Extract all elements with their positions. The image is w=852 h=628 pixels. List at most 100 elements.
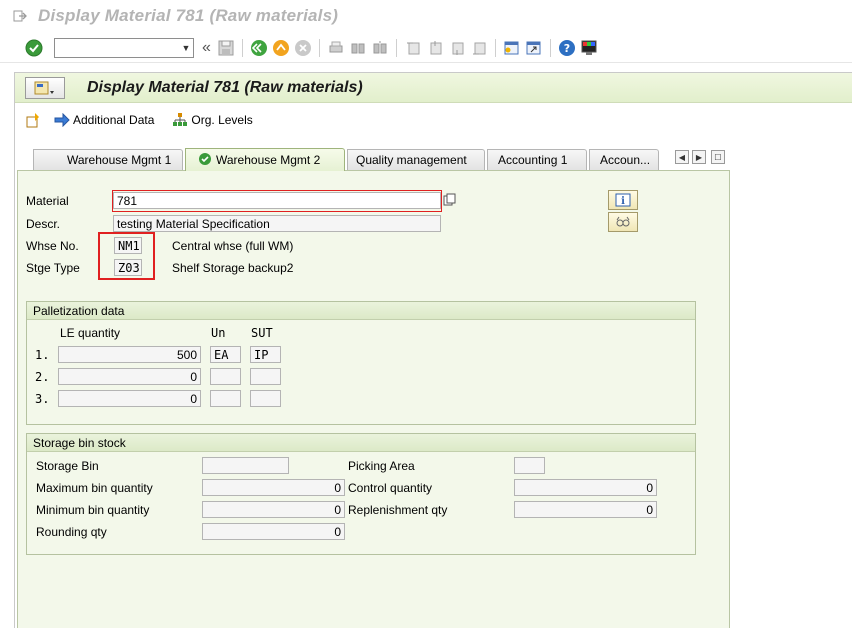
collapse-icon[interactable]: «	[202, 39, 211, 57]
app-header: Display Material 781 (Raw materials)	[15, 73, 852, 103]
row-number: 2.	[35, 370, 50, 384]
sut-field	[250, 368, 281, 385]
find-icon[interactable]	[348, 38, 368, 58]
info-icon: i	[615, 193, 631, 207]
enter-icon[interactable]	[24, 38, 44, 58]
copy-icon[interactable]	[443, 193, 457, 210]
additional-data-label: Additional Data	[73, 113, 155, 127]
window-title: Display Material 781 (Raw materials)	[38, 6, 339, 25]
create-icon	[26, 113, 39, 128]
material-highlight	[112, 190, 442, 212]
cancel-icon[interactable]	[293, 38, 313, 58]
sut-header: SUT	[251, 326, 273, 340]
org-levels-label: Org. Levels	[191, 113, 253, 127]
exit-icon[interactable]	[271, 38, 291, 58]
descr-value: testing Material Specification	[117, 216, 270, 231]
whse-stge-highlight	[98, 232, 155, 280]
glasses-icon	[616, 216, 630, 227]
min-bin-value: 0	[334, 502, 341, 517]
storage-bin-field	[202, 457, 289, 474]
tab-strip: Warehouse Mgmt 1 Warehouse Mgmt 2 Qualit…	[15, 148, 852, 171]
tab-label: Quality management	[356, 153, 467, 167]
unit-header: Un	[211, 326, 226, 340]
unit-field	[210, 368, 241, 385]
next-page-icon[interactable]	[447, 38, 467, 58]
palletization-title: Palletization data	[27, 302, 695, 320]
title-bar: Display Material 781 (Raw materials)	[0, 0, 852, 32]
exit-arrow-icon[interactable]	[12, 8, 28, 24]
page-title: Display Material 781 (Raw materials)	[87, 78, 363, 96]
additional-data-button[interactable]: Additional Data	[54, 113, 154, 127]
link-button[interactable]	[608, 212, 638, 232]
tab-label: Warehouse Mgmt 2	[216, 153, 321, 167]
save-icon[interactable]	[216, 38, 236, 58]
help-icon[interactable]: ?	[557, 38, 577, 58]
le-quantity-value: 0	[190, 391, 197, 406]
first-page-icon[interactable]	[403, 38, 423, 58]
replenishment-label: Replenishment qty	[348, 503, 448, 517]
chevron-down-icon[interactable]: ▼	[179, 39, 193, 57]
command-field[interactable]: ▼	[54, 37, 194, 58]
picking-area-label: Picking Area	[348, 459, 415, 473]
toolbar-separator	[395, 38, 397, 57]
prev-page-icon[interactable]	[425, 38, 445, 58]
tab-content-panel: Material 781 Descr. testing Material Spe…	[17, 170, 730, 628]
standard-toolbar: ▼ « ?	[0, 33, 852, 63]
arrow-right-icon	[54, 113, 70, 127]
min-bin-field: 0	[202, 501, 345, 518]
row-number: 1.	[35, 348, 50, 362]
check-icon	[198, 152, 212, 169]
tab-accounting-2[interactable]: Accoun...	[589, 149, 659, 170]
tab-quality-management[interactable]: Quality management	[347, 149, 485, 170]
toolbar-separator	[241, 38, 243, 57]
tab-prev-icon[interactable]: ◀	[675, 150, 689, 164]
storage-bin-label: Storage Bin	[36, 459, 99, 473]
rounding-value: 0	[334, 524, 341, 539]
tab-label: Warehouse Mgmt 1	[67, 153, 172, 167]
find-next-icon[interactable]	[370, 38, 390, 58]
max-bin-label: Maximum bin quantity	[36, 481, 153, 495]
control-qty-value: 0	[646, 480, 653, 495]
toolbar-separator	[494, 38, 496, 57]
stge-description: Shelf Storage backup2	[172, 261, 294, 275]
tab-list-icon[interactable]: ☐	[711, 150, 725, 164]
rounding-field: 0	[202, 523, 345, 540]
menu-button[interactable]	[25, 76, 65, 99]
new-session-icon[interactable]	[502, 38, 522, 58]
tab-next-icon[interactable]: ▶	[692, 150, 706, 164]
min-bin-label: Minimum bin quantity	[36, 503, 150, 517]
tab-warehouse-mgmt-2[interactable]: Warehouse Mgmt 2	[185, 148, 345, 171]
tab-label: Accoun...	[600, 153, 651, 167]
unit-field	[210, 390, 241, 407]
tab-warehouse-mgmt-1[interactable]: Warehouse Mgmt 1	[33, 149, 183, 170]
org-change-button[interactable]	[25, 112, 44, 128]
layout-icon[interactable]	[579, 38, 599, 58]
last-page-icon[interactable]	[469, 38, 489, 58]
le-quantity-field: 0	[58, 368, 201, 385]
menu-icon	[34, 81, 54, 94]
application-toolbar: Additional Data Org. Levels	[15, 103, 852, 137]
hierarchy-icon	[173, 113, 188, 126]
descr-label: Descr.	[26, 217, 61, 231]
storage-bin-title: Storage bin stock	[27, 434, 695, 452]
rounding-label: Rounding qty	[36, 525, 107, 539]
org-levels-button[interactable]: Org. Levels	[172, 112, 253, 128]
back-icon[interactable]	[249, 38, 269, 58]
print-icon[interactable]	[326, 38, 346, 58]
sut-field	[250, 390, 281, 407]
le-quantity-value: 0	[190, 369, 197, 384]
shortcut-icon[interactable]	[524, 38, 544, 58]
replenishment-value: 0	[646, 502, 653, 517]
sut-field: IP	[250, 346, 281, 363]
max-bin-field: 0	[202, 479, 345, 496]
svg-text:?: ?	[564, 42, 570, 55]
whse-label: Whse No.	[26, 239, 79, 253]
le-quantity-header: LE quantity	[60, 326, 121, 340]
info-button[interactable]: i	[608, 190, 638, 210]
control-qty-label: Control quantity	[348, 481, 433, 495]
unit-field: EA	[210, 346, 241, 363]
material-label: Material	[26, 194, 69, 208]
tab-label: Accounting 1	[498, 153, 568, 167]
row-number: 3.	[35, 392, 50, 406]
tab-accounting-1[interactable]: Accounting 1	[487, 149, 587, 170]
